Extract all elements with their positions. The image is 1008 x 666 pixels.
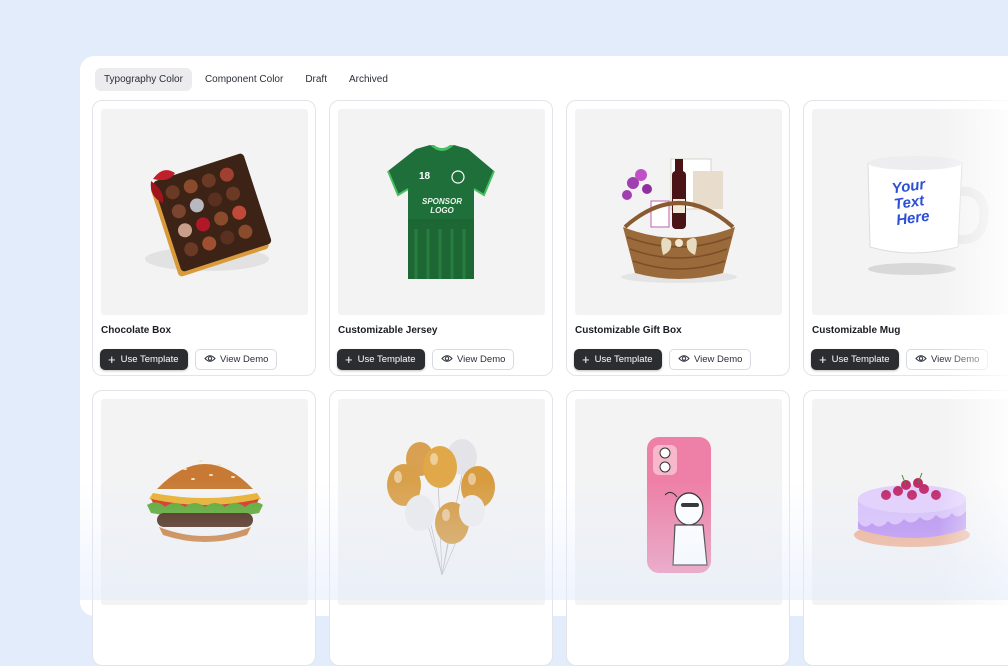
use-template-button[interactable]: + Use Template xyxy=(574,349,662,370)
template-panel: Typography Color Component Color Draft A… xyxy=(80,56,1008,666)
plus-icon: + xyxy=(582,352,590,367)
tab-archived[interactable]: Archived xyxy=(340,68,397,91)
tab-component-color[interactable]: Component Color xyxy=(196,68,292,91)
template-card-chocolate-box[interactable]: Chocolate Box + Use Template View Demo xyxy=(92,100,316,376)
view-demo-button[interactable]: View Demo xyxy=(669,349,752,370)
use-template-label: Use Template xyxy=(594,354,653,365)
gift-basket-image xyxy=(575,109,782,315)
use-template-label: Use Template xyxy=(120,354,179,365)
plus-icon: + xyxy=(819,352,827,367)
template-card-mug[interactable]: Your Text Here Customizable Mug + Use Te… xyxy=(803,100,1008,376)
tab-draft[interactable]: Draft xyxy=(296,68,336,91)
eye-icon xyxy=(678,354,690,366)
plus-icon: + xyxy=(345,352,353,367)
cake-image xyxy=(812,399,1008,605)
use-template-button[interactable]: + Use Template xyxy=(811,349,899,370)
use-template-label: Use Template xyxy=(357,354,416,365)
jersey-sponsor-line1: SPONSOR xyxy=(421,197,462,206)
view-demo-label: View Demo xyxy=(220,354,269,365)
eye-icon xyxy=(204,354,216,366)
template-card-jersey[interactable]: 18 SPONSOR LOGO Customizable Jersey + Us… xyxy=(329,100,553,376)
card-title: Chocolate Box xyxy=(101,325,172,336)
jersey-image: 18 SPONSOR LOGO xyxy=(338,109,545,315)
balloons-image xyxy=(338,399,545,605)
use-template-button[interactable]: + Use Template xyxy=(100,349,188,370)
card-title: Customizable Mug xyxy=(812,325,901,336)
jersey-sponsor-text: SPONSOR LOGO xyxy=(417,197,467,215)
use-template-label: Use Template xyxy=(831,354,890,365)
template-card-cake[interactable] xyxy=(803,390,1008,666)
view-demo-button[interactable]: View Demo xyxy=(906,349,989,370)
use-template-button[interactable]: + Use Template xyxy=(337,349,425,370)
filter-tabs: Typography Color Component Color Draft A… xyxy=(95,68,397,91)
mug-custom-text: Your Text Here xyxy=(891,176,931,229)
mug-image: Your Text Here xyxy=(812,109,1008,315)
jersey-sponsor-line2: LOGO xyxy=(430,206,454,215)
burger-image xyxy=(101,399,308,605)
view-demo-button[interactable]: View Demo xyxy=(195,349,278,370)
eye-icon xyxy=(915,354,927,366)
view-demo-label: View Demo xyxy=(931,354,980,365)
tab-typography-color[interactable]: Typography Color xyxy=(95,68,192,91)
chocolate-box-image xyxy=(101,109,308,315)
jersey-number-text: 18 xyxy=(419,171,431,182)
eye-icon xyxy=(441,354,453,366)
view-demo-button[interactable]: View Demo xyxy=(432,349,515,370)
plus-icon: + xyxy=(108,352,116,367)
card-title: Customizable Jersey xyxy=(338,325,438,336)
template-card-gift-box[interactable]: Customizable Gift Box + Use Template Vie… xyxy=(566,100,790,376)
card-title: Customizable Gift Box xyxy=(575,325,682,336)
template-card-burger[interactable] xyxy=(92,390,316,666)
phone-case-image xyxy=(575,399,782,605)
view-demo-label: View Demo xyxy=(694,354,743,365)
template-card-balloons[interactable] xyxy=(329,390,553,666)
template-card-phone-case[interactable] xyxy=(566,390,790,666)
view-demo-label: View Demo xyxy=(457,354,506,365)
